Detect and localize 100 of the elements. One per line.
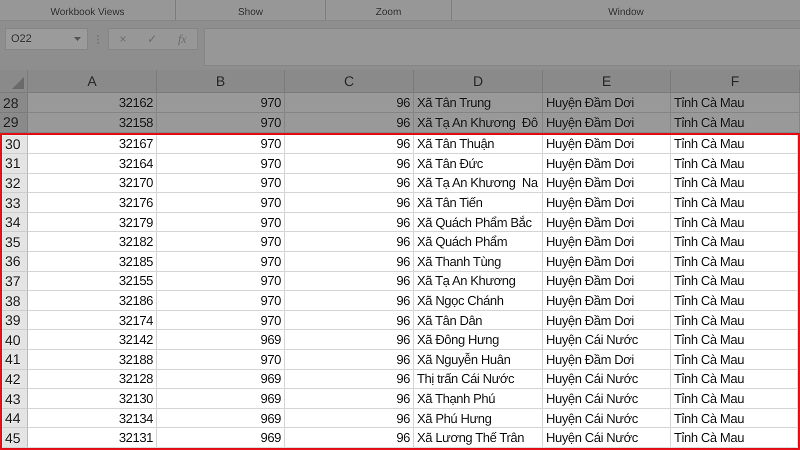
row-header[interactable]: 44 <box>2 408 28 428</box>
table-cell: 96 <box>285 252 414 272</box>
table-cell: Huyện Đầm Dơi <box>543 232 671 252</box>
row-header[interactable]: 45 <box>2 428 28 448</box>
table-cell: Xã Quách Phẩm Bắc <box>414 212 543 232</box>
table-cell: Huyện Đầm Dơi <box>543 193 671 213</box>
table-cell: Huyện Đầm Dơi <box>543 134 671 154</box>
column-header[interactable]: C <box>285 70 414 94</box>
table-cell: 970 <box>157 134 285 154</box>
row-header[interactable]: 31 <box>2 154 28 174</box>
table-cell: 970 <box>157 272 285 292</box>
table-cell: 96 <box>285 310 414 330</box>
table-cell: 32170 <box>28 174 157 194</box>
table-cell: 96 <box>285 350 414 370</box>
row-header[interactable]: 43 <box>2 389 28 409</box>
column-header[interactable]: F <box>671 70 800 94</box>
table-cell: 96 <box>285 134 414 154</box>
table-cell: Huyện Cái Nước <box>543 408 671 428</box>
table-cell: Tỉnh Cà Mau <box>671 370 798 390</box>
select-all-corner[interactable] <box>0 70 28 94</box>
table-cell: 96 <box>285 408 414 428</box>
row-header[interactable]: 34 <box>2 212 28 232</box>
table-cell: Huyện Đầm Dơi <box>543 154 671 174</box>
row-header[interactable]: 33 <box>2 193 28 213</box>
table-cell: Xã Tân Dân <box>414 310 543 330</box>
table-cell: Huyện Cái Nước <box>543 330 671 350</box>
table-cell: Tỉnh Cà Mau <box>671 330 798 350</box>
row-header[interactable]: 37 <box>2 272 28 292</box>
column-header[interactable]: A <box>28 70 157 94</box>
table-cell: Thị trấn Cái Nước <box>414 370 543 390</box>
table-cell: 32155 <box>28 272 157 292</box>
table-cell: Xã Tân Thuận <box>414 134 543 154</box>
table-cell: 32162 <box>28 93 157 113</box>
table-cell: 970 <box>157 154 285 174</box>
row-header[interactable]: 28 <box>0 93 28 113</box>
table-cell: 32174 <box>28 310 157 330</box>
table-cell: Xã Đông Hưng <box>414 330 543 350</box>
table-cell: Tỉnh Cà Mau <box>671 193 798 213</box>
table-cell: 96 <box>285 232 414 252</box>
ribbon-group-label: Show <box>176 0 326 20</box>
table-cell: Huyện Đầm Dơi <box>543 212 671 232</box>
table-cell: Xã Tân Trung <box>414 93 543 113</box>
row-header[interactable]: 42 <box>2 370 28 390</box>
table-cell: 32176 <box>28 193 157 213</box>
table-cell: Xã Tạ An Khương Đô <box>414 112 543 132</box>
table-cell: 96 <box>285 428 414 448</box>
table-cell: 970 <box>157 212 285 232</box>
table-cell: 96 <box>285 212 414 232</box>
row-header[interactable]: 41 <box>2 350 28 370</box>
table-cell: 32188 <box>28 350 157 370</box>
table-cell: Xã Quách Phẩm <box>414 232 543 252</box>
table-cell: Huyện Đầm Dơi <box>543 310 671 330</box>
column-header[interactable]: E <box>543 70 671 94</box>
name-box[interactable]: O22 <box>5 28 88 50</box>
table-cell: 32142 <box>28 330 157 350</box>
table-cell: Tỉnh Cà Mau <box>671 428 798 448</box>
table-cell: Huyện Đầm Dơi <box>543 291 671 311</box>
table-cell: Xã Ngọc Chánh <box>414 291 543 311</box>
column-header[interactable]: D <box>414 70 543 94</box>
table-cell: 969 <box>157 408 285 428</box>
table-cell: 96 <box>285 154 414 174</box>
table-cell: Huyện Đầm Dơi <box>543 350 671 370</box>
table-cell: Tỉnh Cà Mau <box>671 389 798 409</box>
row-header[interactable]: 38 <box>2 291 28 311</box>
column-header[interactable]: B <box>157 70 285 94</box>
table-cell: Tỉnh Cà Mau <box>671 93 800 113</box>
ribbon-group-label: Window <box>607 6 645 20</box>
row-header[interactable]: 39 <box>2 310 28 330</box>
table-cell: Tỉnh Cà Mau <box>671 134 798 154</box>
table-cell: Xã Tân Tiến <box>414 193 543 213</box>
row-header[interactable]: 32 <box>2 174 28 194</box>
table-cell: 970 <box>157 93 285 113</box>
caret-icon <box>74 37 81 42</box>
table-cell: 32185 <box>28 252 157 272</box>
row-header[interactable]: 29 <box>0 112 28 132</box>
table-cell: 970 <box>157 174 285 194</box>
ribbon-group-label: Workbook Views <box>0 0 176 20</box>
table-cell: Xã Thanh Tùng <box>414 252 543 272</box>
table-cell: Huyện Đầm Dơi <box>543 272 671 292</box>
table-cell: 96 <box>285 193 414 213</box>
row-header[interactable]: 30 <box>2 134 28 154</box>
table-cell: 32182 <box>28 232 157 252</box>
table-cell: 32130 <box>28 389 157 409</box>
table-cell: 32179 <box>28 212 157 232</box>
table-cell: Tỉnh Cà Mau <box>671 310 798 330</box>
row-header[interactable]: 36 <box>2 252 28 272</box>
table-cell: Tỉnh Cà Mau <box>671 154 798 174</box>
table-cell: 96 <box>285 93 414 113</box>
table-cell: 96 <box>285 370 414 390</box>
table-cell: Xã Tạ An Khương Na <box>414 174 543 194</box>
table-cell: 96 <box>285 330 414 350</box>
table-cell: 970 <box>157 310 285 330</box>
table-cell: 969 <box>157 330 285 350</box>
row-header[interactable]: 40 <box>2 330 28 350</box>
table-cell: 32128 <box>28 370 157 390</box>
table-cell: 32167 <box>28 134 157 154</box>
table-cell: 970 <box>157 193 285 213</box>
table-cell: Xã Tạ An Khương <box>414 272 543 292</box>
table-cell: 969 <box>157 389 285 409</box>
row-header[interactable]: 35 <box>2 232 28 252</box>
